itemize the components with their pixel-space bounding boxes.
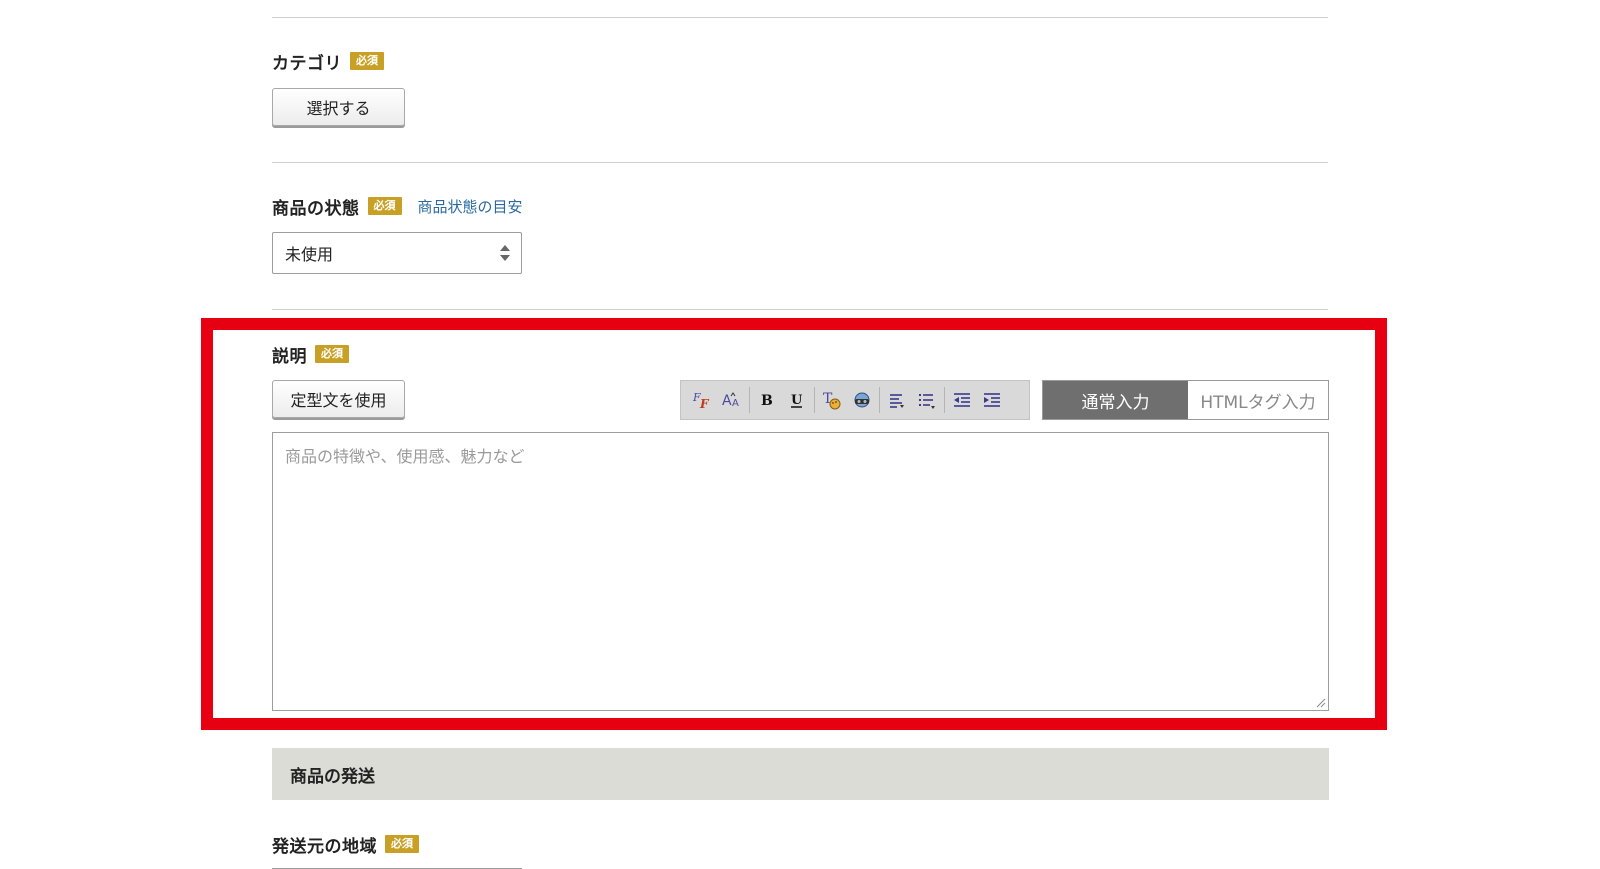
resize-grip-icon[interactable] xyxy=(1316,698,1326,708)
condition-guide-link[interactable]: 商品状態の目安 xyxy=(418,196,523,217)
description-placeholder: 商品の特徴や、使用感、魅力など xyxy=(285,447,525,466)
description-textarea[interactable]: 商品の特徴や、使用感、魅力など xyxy=(272,432,1329,711)
toolbar-separator xyxy=(749,387,750,413)
shipping-section-title: 商品の発送 xyxy=(290,766,375,787)
svg-text:B: B xyxy=(761,393,773,409)
toolbar-separator xyxy=(879,387,880,413)
align-icon[interactable] xyxy=(882,385,912,415)
divider xyxy=(272,17,1328,18)
svg-text:A: A xyxy=(722,393,732,409)
origin-label-row: 発送元の地域 必須 xyxy=(272,832,419,857)
indent-icon[interactable] xyxy=(977,385,1007,415)
text-color-icon[interactable]: T xyxy=(817,385,847,415)
select-arrows-icon xyxy=(500,245,510,261)
font-size-icon[interactable]: AA xyxy=(717,385,747,415)
svg-text:U: U xyxy=(791,393,803,408)
outdent-icon[interactable] xyxy=(947,385,977,415)
editor-toolbar: FF AA B U T xyxy=(680,380,1030,420)
origin-label: 発送元の地域 xyxy=(272,836,377,857)
category-label-row: カテゴリ 必須 xyxy=(272,49,384,74)
html-tag-input-tab[interactable]: HTMLタグ入力 xyxy=(1188,381,1328,419)
condition-select[interactable]: 未使用 xyxy=(272,232,522,274)
description-label-row: 説明 必須 xyxy=(272,342,349,367)
required-badge: 必須 xyxy=(350,52,384,70)
normal-input-tab[interactable]: 通常入力 xyxy=(1043,381,1188,419)
svg-text:F: F xyxy=(699,397,710,410)
input-mode-toggle: 通常入力 HTMLタグ入力 xyxy=(1042,380,1329,420)
condition-label-row: 商品の状態 必須 商品状態の目安 xyxy=(272,194,523,219)
list-icon[interactable] xyxy=(912,385,942,415)
required-badge: 必須 xyxy=(315,345,349,363)
svg-text:A: A xyxy=(732,398,739,409)
condition-selected-value: 未使用 xyxy=(285,245,334,264)
divider xyxy=(272,309,1328,310)
description-label: 説明 xyxy=(272,346,307,367)
bold-icon[interactable]: B xyxy=(752,385,782,415)
listing-form-page: カテゴリ 必須 選択する 商品の状態 必須 商品状態の目安 未使用 説明 必須 … xyxy=(0,0,1600,869)
divider xyxy=(272,162,1328,163)
link-icon[interactable] xyxy=(847,385,877,415)
use-template-button[interactable]: 定型文を使用 xyxy=(272,380,405,418)
underline-icon[interactable]: U xyxy=(782,385,812,415)
category-select-button[interactable]: 選択する xyxy=(272,88,405,126)
toolbar-separator xyxy=(814,387,815,413)
shipping-section-header: 商品の発送 xyxy=(272,748,1329,800)
required-badge: 必須 xyxy=(367,197,402,215)
required-badge: 必須 xyxy=(385,835,419,853)
category-label: カテゴリ xyxy=(272,53,342,74)
font-family-icon[interactable]: FF xyxy=(687,385,717,415)
toolbar-separator xyxy=(944,387,945,413)
condition-label: 商品の状態 xyxy=(272,198,360,219)
